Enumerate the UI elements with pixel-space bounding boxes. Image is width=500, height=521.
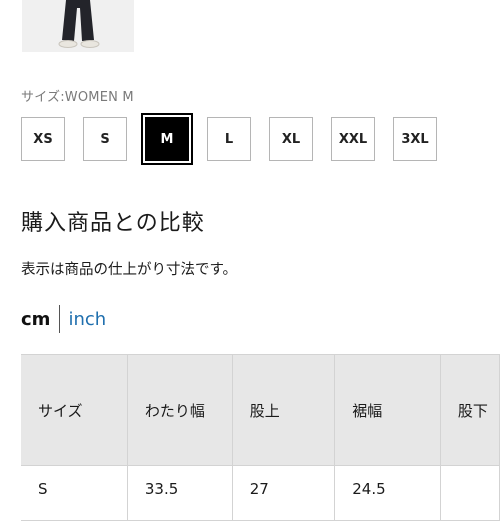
unit-inch-link[interactable]: inch: [68, 309, 106, 330]
header-thigh-width: わたり幅: [126, 354, 233, 466]
cell-inseam: [439, 465, 500, 521]
size-option-l[interactable]: L: [207, 117, 251, 161]
measurement-note: 表示は商品の仕上がり寸法です。: [21, 262, 238, 278]
size-option-m[interactable]: M: [141, 113, 193, 165]
size-option-s[interactable]: S: [83, 117, 127, 161]
comparison-title: 購入商品との比較: [21, 211, 205, 236]
size-option-3xl[interactable]: 3XL: [393, 117, 437, 161]
product-thumbnail[interactable]: [22, 0, 134, 52]
cell-hem-width: 24.5: [334, 465, 441, 521]
header-inseam: 股下: [439, 354, 500, 466]
cell-size: S: [21, 465, 128, 521]
size-comparison-table: サイズ わたり幅 股上 裾幅 股下 S 33.5 27 24.5: [21, 354, 500, 521]
size-option-xl[interactable]: XL: [269, 117, 313, 161]
selected-size-caption: サイズ:WOMEN M: [21, 90, 134, 105]
table-row: S 33.5 27 24.5: [21, 465, 500, 521]
unit-divider: [59, 305, 61, 333]
cell-rise: 27: [231, 465, 336, 521]
unit-cm-option[interactable]: cm: [21, 309, 50, 330]
header-hem-width: 裾幅: [334, 354, 441, 466]
cell-thigh-width: 33.5: [126, 465, 233, 521]
header-size: サイズ: [21, 354, 128, 466]
table-header-row: サイズ わたり幅 股上 裾幅 股下: [21, 354, 500, 466]
unit-toggle: cm inch: [21, 304, 106, 334]
size-option-xxl[interactable]: XXL: [331, 117, 375, 161]
size-option-xs[interactable]: XS: [21, 117, 65, 161]
header-rise: 股上: [231, 354, 336, 466]
product-photo: [22, 0, 134, 52]
